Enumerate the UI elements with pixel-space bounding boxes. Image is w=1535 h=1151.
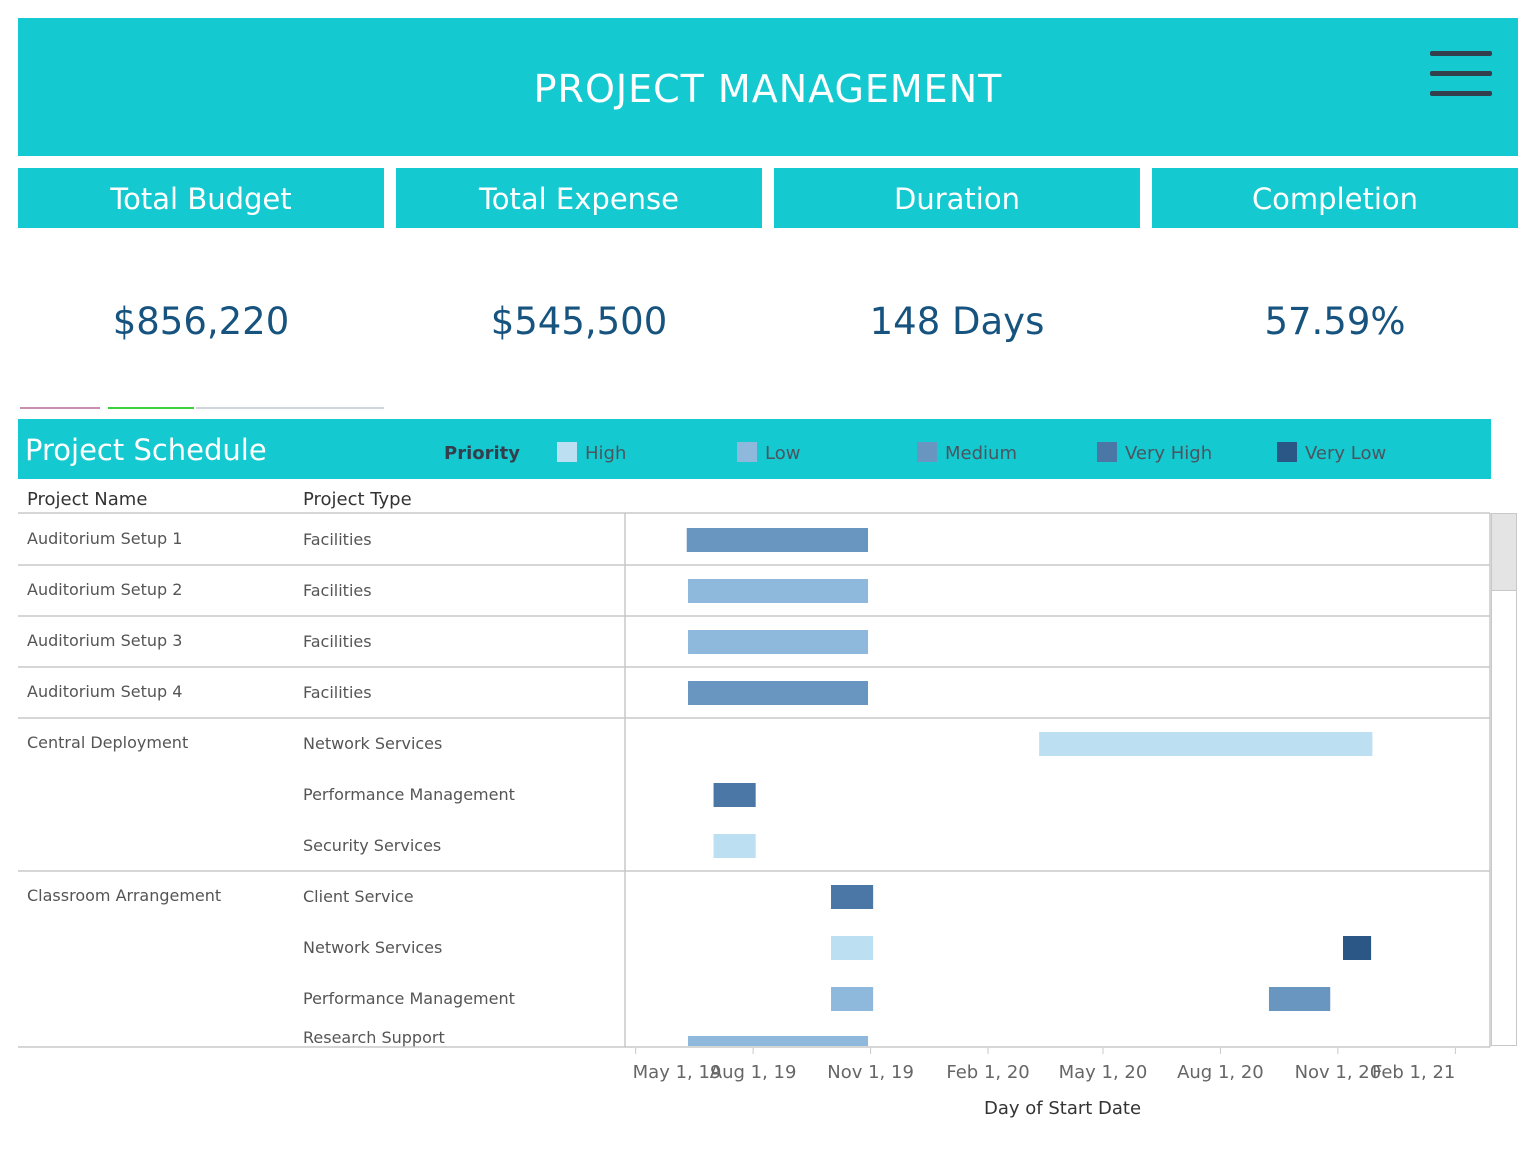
x-tick-label: May 1, 19 (632, 1062, 722, 1083)
x-tick-label: Feb 1, 21 (1371, 1062, 1456, 1083)
gantt-bar (1039, 732, 1373, 756)
gantt-bar (831, 885, 874, 909)
gantt-bar (1268, 987, 1331, 1011)
gantt-bar (831, 987, 874, 1011)
x-tick-label: Feb 1, 20 (946, 1062, 1030, 1083)
gantt-bar (688, 1036, 869, 1046)
gantt-chart (18, 512, 1491, 1054)
x-tick-label: Aug 1, 20 (1177, 1062, 1264, 1083)
gantt-bar (1343, 936, 1372, 960)
gantt-bar (831, 936, 874, 960)
gantt-bar (688, 579, 869, 603)
x-axis-title: Day of Start Date (984, 1098, 1142, 1119)
x-tick-label: Nov 1, 19 (827, 1062, 914, 1083)
x-tick-label: Nov 1, 20 (1294, 1062, 1382, 1083)
gantt-bar (686, 528, 869, 552)
gantt-bar (713, 783, 756, 807)
scrollbar-thumb[interactable] (1492, 514, 1516, 591)
gantt-bar (688, 630, 869, 654)
chart-bars (686, 528, 1373, 1046)
gantt-bar (688, 681, 869, 705)
gantt-bar (713, 834, 756, 858)
x-axis (635, 1048, 1456, 1054)
x-tick-label: May 1, 20 (1058, 1062, 1148, 1083)
x-tick-label: Aug 1, 19 (709, 1062, 797, 1083)
vertical-scrollbar[interactable] (1491, 513, 1517, 1046)
